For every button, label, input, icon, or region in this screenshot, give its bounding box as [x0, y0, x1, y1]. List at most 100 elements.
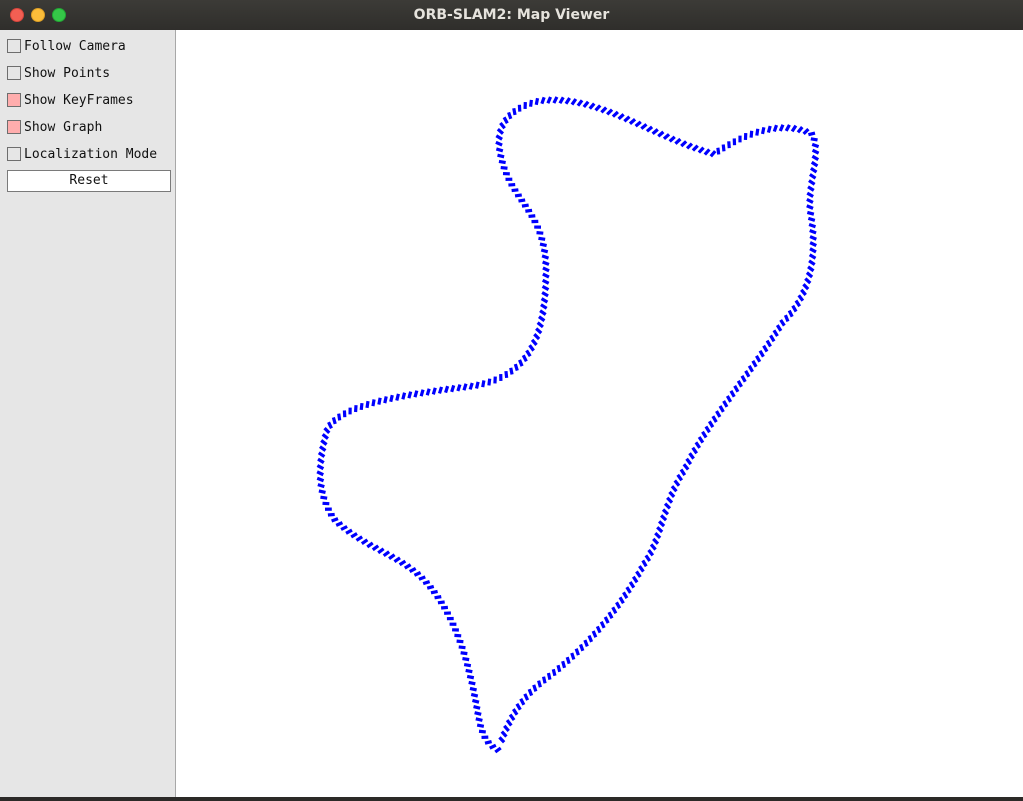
show-keyframes-label: Show KeyFrames: [24, 92, 134, 108]
keyframe-marker: [489, 743, 497, 750]
localization-mode-option[interactable]: Localization Mode: [7, 145, 157, 163]
keyframe-marker: [623, 115, 631, 123]
keyframe-marker: [527, 688, 534, 697]
keyframe-marker: [670, 485, 678, 493]
keyframe-marker: [807, 216, 816, 222]
keyframe-marker: [666, 496, 674, 504]
keyframe-marker: [419, 389, 425, 397]
show-graph-option[interactable]: Show Graph: [7, 118, 102, 136]
keyframe-marker: [733, 385, 740, 393]
keyframe-marker: [540, 297, 549, 304]
keyframe-marker: [804, 277, 812, 285]
keyframe-marker: [365, 400, 370, 409]
reset-button[interactable]: Reset: [7, 170, 171, 192]
keyframe-marker: [431, 387, 437, 395]
keyframe-marker: [679, 468, 687, 477]
keyframe-marker: [582, 100, 590, 109]
show-points-checkbox[interactable]: [7, 66, 21, 80]
keyframe-marker: [371, 399, 376, 407]
keyframe-marker: [440, 605, 449, 610]
keyframe-marker: [662, 133, 671, 141]
keyframe-marker: [551, 668, 557, 677]
keyframe-marker: [528, 344, 535, 352]
keyframe-marker: [697, 436, 705, 444]
keyframe-marker: [538, 315, 546, 323]
keyframe-marker: [647, 549, 655, 557]
keyframe-marker: [743, 133, 748, 140]
keyframe-marker: [688, 452, 695, 460]
keyframe-marker: [469, 686, 477, 692]
keyframe-marker: [806, 210, 815, 216]
keyframe-marker: [476, 723, 485, 728]
keyframe-marker: [556, 664, 562, 673]
keyframe-marker: [628, 118, 637, 125]
keyframe-marker: [359, 402, 364, 411]
follow-camera-checkbox[interactable]: [7, 39, 21, 53]
keyframe-marker: [517, 104, 522, 112]
keyframe-marker: [507, 111, 513, 120]
keyframe-marker: [791, 304, 798, 313]
keyframe-marker: [628, 581, 636, 589]
show-points-option[interactable]: Show Points: [7, 64, 110, 82]
keyframe-marker: [809, 228, 817, 235]
keyframe-marker: [809, 166, 818, 174]
show-graph-label: Show Graph: [24, 119, 103, 135]
keyframe-marker: [618, 596, 625, 605]
map-viewport[interactable]: [177, 30, 1023, 797]
keyframe-marker: [809, 247, 817, 254]
keyframe-marker: [513, 363, 519, 372]
keyframe-marker: [470, 692, 479, 698]
control-panel: Follow Camera Show Points Show KeyFrames…: [0, 30, 176, 801]
keyframe-marker: [615, 601, 622, 610]
keyframe-marker: [541, 291, 549, 298]
keyframe-marker: [496, 127, 505, 135]
keyframe-marker: [499, 121, 506, 130]
keyframe-marker: [570, 98, 578, 106]
keyframe-marker: [685, 142, 694, 150]
keyframe-marker: [340, 525, 348, 531]
localization-mode-checkbox[interactable]: [7, 147, 21, 161]
keyframe-marker: [321, 433, 329, 440]
keyframe-marker: [534, 97, 540, 106]
keyframe-marker: [663, 502, 672, 510]
keyframe-marker: [561, 660, 567, 669]
keyframe-marker: [595, 625, 602, 634]
keyframe-marker: [511, 708, 519, 716]
keyframe-marker: [599, 621, 606, 629]
keyframe-marker: [530, 338, 538, 347]
follow-camera-option[interactable]: Follow Camera: [7, 37, 126, 55]
show-keyframes-checkbox[interactable]: [7, 93, 21, 107]
keyframe-marker: [809, 241, 817, 248]
keyframe-marker: [317, 483, 325, 489]
keyframe-marker: [418, 575, 426, 581]
keyframe-marker: [430, 589, 438, 595]
keyframe-marker: [591, 630, 598, 638]
keyframe-marker: [449, 622, 457, 626]
keyframe-marker: [802, 283, 810, 291]
keyframe-marker: [446, 616, 454, 621]
keyframe-marker: [725, 395, 733, 403]
show-keyframes-option[interactable]: Show KeyFrames: [7, 91, 134, 109]
keyframe-marker: [651, 128, 659, 136]
keyframe-marker: [747, 365, 754, 373]
keyframe-marker: [317, 451, 326, 458]
keyframe-marker: [716, 147, 721, 155]
show-graph-checkbox[interactable]: [7, 120, 21, 134]
keyframe-marker: [519, 698, 526, 706]
keyframe-marker: [529, 99, 533, 107]
keyframe-marker: [641, 559, 648, 568]
keyframe-marker: [348, 407, 352, 415]
keyframe-marker: [755, 355, 762, 363]
keyframe-marker: [558, 96, 565, 105]
keyframe-marker: [398, 559, 407, 567]
keyframe-marker: [809, 235, 817, 241]
keyframe-marker: [389, 394, 394, 403]
keyframe-marker: [460, 651, 468, 656]
keyframe-marker: [345, 528, 353, 535]
keyframe-marker: [652, 537, 660, 545]
keyframe-marker: [498, 159, 506, 165]
keyframe-marker: [806, 191, 814, 198]
keyframe-marker: [505, 719, 513, 727]
keyframe-marker: [542, 266, 550, 273]
keyframe-marker: [638, 565, 645, 573]
